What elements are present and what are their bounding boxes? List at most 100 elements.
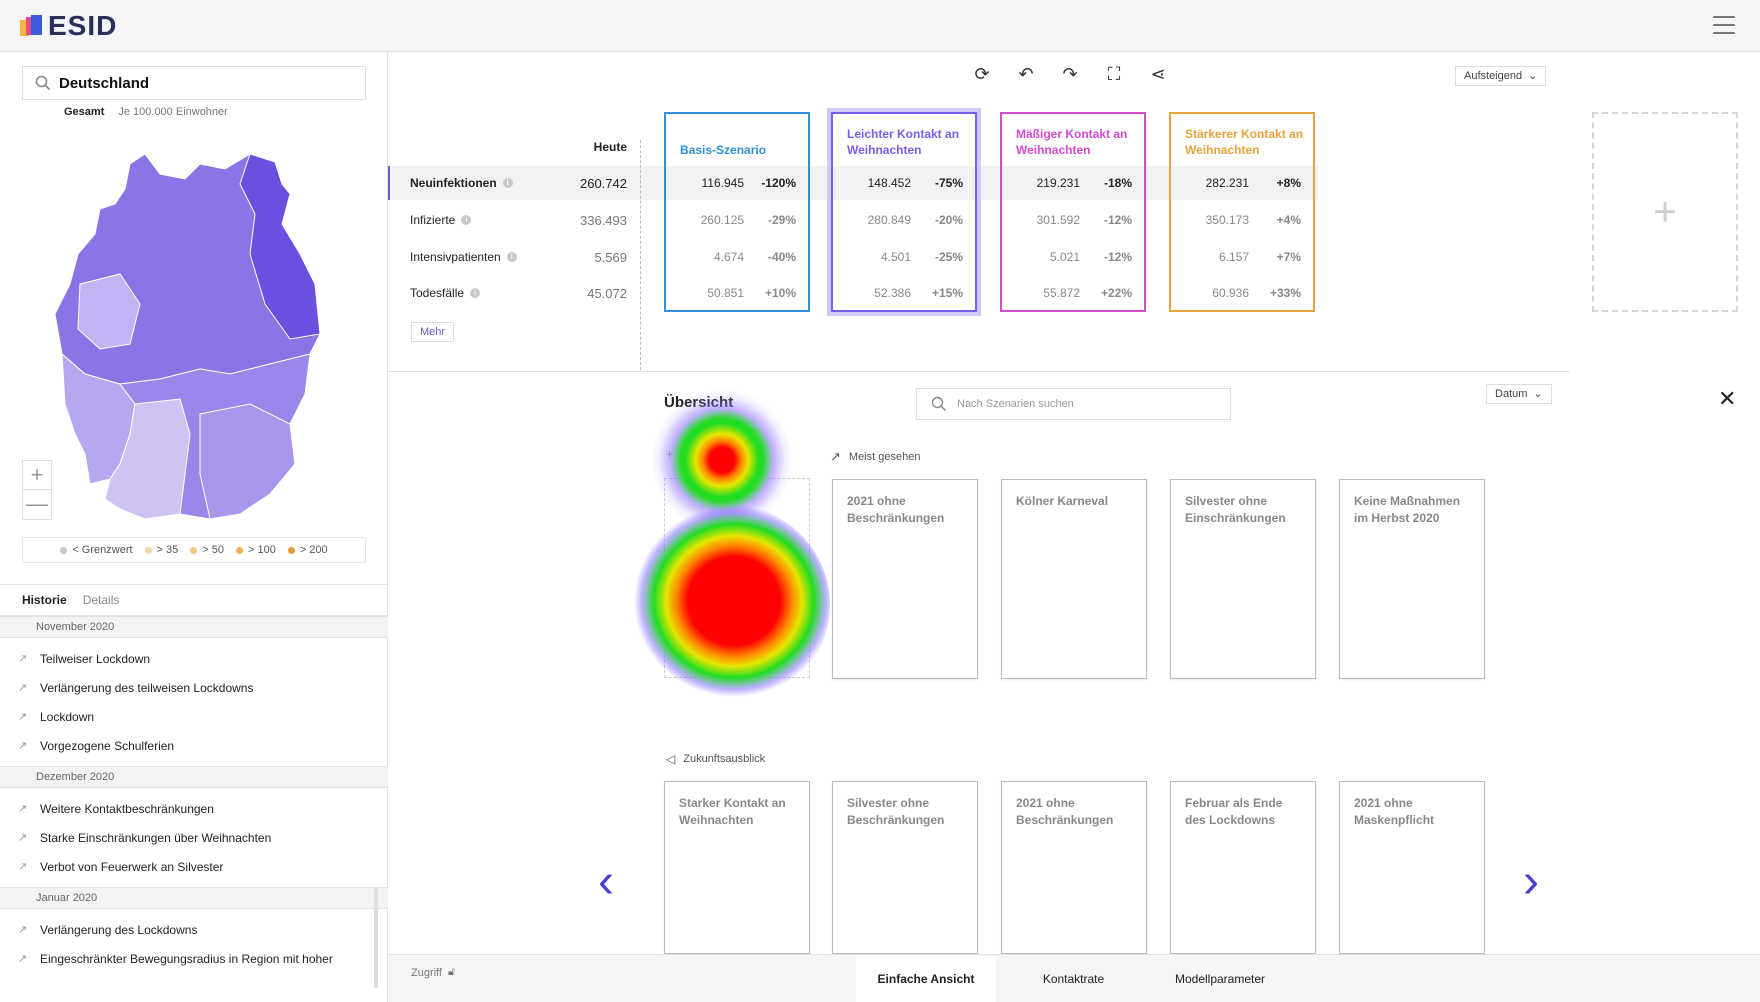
info-icon[interactable]: i [470,288,481,298]
zoom-out-button[interactable]: — [23,490,51,519]
map-zoom-control: + — [22,460,52,520]
toolbar: ⟳ ↶ ↷ ⛶ ⋖ [972,64,1168,85]
chevron-right-icon[interactable]: › [1523,858,1539,906]
info-icon[interactable]: i [502,178,513,188]
info-icon[interactable]: i [506,252,517,262]
legend-item: > 50 [190,544,224,556]
tab-details[interactable]: Details [83,593,120,607]
more-button[interactable]: Mehr [411,322,455,342]
scenario-card-leichter-kontakt[interactable]: Leichter Kontakt an Weihnachten 148.452-… [831,112,977,312]
history-item[interactable]: ↗ Teilweiser Lockdown [0,644,388,673]
future-header: ◁ Zukunftsausblick [666,752,765,766]
legend-item: > 35 [144,544,178,556]
info-icon[interactable]: i [461,215,472,225]
scenario-title: Stärkerer Kontakt an Weihnachten [1185,127,1304,157]
history-month: Januar 2020 [0,887,388,909]
scenario-value-row: 4.674 -40% [713,250,796,264]
history-item[interactable]: ↗ Lockdown [0,702,388,731]
scenario-value-row: 350.173 +4% [1205,213,1301,227]
scenario-value-row: 60.936 +33% [1212,286,1301,300]
history-item[interactable]: ↗ Weitere Kontaktbeschränkungen [0,794,388,823]
date-select-value: Datum [1495,388,1528,400]
scenario-value-row: 301.592 -12% [1036,213,1132,227]
overview-card[interactable]: 2021 ohne Beschränkungen [832,479,978,679]
map-region-bavaria[interactable] [199,403,296,520]
tab-kontaktrate[interactable]: Kontaktrate [1006,956,1141,1002]
close-icon[interactable]: ✕ [1718,386,1736,412]
add-scenario-button[interactable]: + [1592,112,1738,312]
zoom-in-button[interactable]: + [23,461,51,490]
most-seen-header: ↗ Meist gesehen [830,449,920,465]
overview-card[interactable]: 2021 ohne Maskenpflicht [1339,781,1485,954]
new-scenario-card[interactable] [664,478,810,678]
scenario-title: Basis-Szenario [680,143,767,157]
overview-card[interactable]: Silvester ohne Einschränkungen [1170,479,1316,679]
scenario-value-row: 282.231 +8% [1205,176,1301,190]
chevron-down-icon: ⌄ [1533,388,1543,400]
overview-card[interactable]: 2021 ohne Beschränkungen [1001,781,1147,954]
scenario-search-placeholder: Nach Szenarien suchen [957,398,1074,410]
scenario-value-row: 280.849 -20% [867,213,963,227]
history-item[interactable]: ↗ Vorgezogene Schulferien [0,731,388,760]
arrow-up-right-icon: ↗ [18,803,28,815]
sort-select[interactable]: Aufsteigend ⌄ [1455,66,1547,86]
hamburger-icon[interactable] [1713,16,1735,34]
history-scrollbar[interactable] [374,888,378,988]
chevron-left-icon[interactable]: ‹ [598,858,614,906]
germany-map[interactable] [50,134,340,574]
overview-card[interactable]: Februar als Ende des Lockdowns [1170,781,1316,954]
scenario-value-row: 50.851 +10% [707,286,796,300]
scenario-search-input[interactable]: Nach Szenarien suchen [916,388,1231,420]
legend-item: < Grenzwert [60,544,133,556]
history-item[interactable]: ↗ Eingeschränkter Bewegungsradius in Regi… [0,944,388,973]
overview-card[interactable]: Keine Maßnahmen im Herbst 2020 [1339,479,1485,679]
today-value: 336.493 [580,213,627,228]
redo-icon[interactable]: ↷ [1060,64,1080,85]
legend-dot [190,546,198,554]
overview-card[interactable]: Silvester ohne Beschränkungen [832,781,978,954]
region-search-input[interactable]: Deutschland [22,66,366,100]
overview-card[interactable]: Kölner Karneval [1001,479,1147,679]
scenario-card-maessiger-kontakt[interactable]: Mäßiger Kontakt an Weihnachten 219.231 -1… [1000,112,1146,312]
access-button[interactable]: Zugriff 🔓︎ [411,966,455,979]
scenario-value-row: 5.021 -12% [1049,250,1132,264]
scenario-card-basis[interactable]: Basis-Szenario 116.945 -120% 260.125 -29% … [664,112,810,312]
scenario-value-row: 6.157 +7% [1218,250,1301,264]
tab-per-100k[interactable]: Je 100.000 Einwohner [118,106,227,118]
undo-icon[interactable]: ↶ [1016,64,1036,85]
history-month: Dezember 2020 [0,766,388,788]
plus-icon: + [666,447,674,461]
tab-modellparameter[interactable]: Modellparameter [1150,956,1290,1002]
scenario-value-row: 116.945 -120% [701,176,797,190]
date-select[interactable]: Datum ⌄ [1486,384,1552,404]
scenario-table-area [388,52,1570,372]
row-label-infizierte: Infizierte i [410,213,472,227]
today-value: 5.569 [594,250,627,265]
most-seen-label: Meist gesehen [848,451,921,463]
overview-card[interactable]: Starker Kontakt an Weihnachten [664,781,810,954]
arrow-up-right-icon: ↗ [18,832,28,844]
tab-gesamt[interactable]: Gesamt [64,106,104,118]
new-scenario-button[interactable]: + Neues Szenario [666,447,764,461]
share-icon[interactable]: ⋖ [1148,64,1168,85]
refresh-icon[interactable]: ⟳ [972,64,992,85]
row-label-todesfaelle: Todesfälle i [410,286,481,300]
history-item[interactable]: ↗ Verlängerung des Lockdowns [0,915,388,944]
scenario-value-row: 219.231 -18% [1036,176,1132,190]
legend-dot [287,546,295,554]
scenario-card-staerkerer-kontakt[interactable]: Stärkerer Kontakt an Weihnachten 282.231… [1169,112,1315,312]
logo[interactable]: ESID [20,10,117,42]
history-item[interactable]: ↗ Verbot von Feuerwerk an Silvester [0,852,388,881]
history-item[interactable]: ↗ Starke Einschränkungen über Weihnachten [0,823,388,852]
tab-einfache-ansicht[interactable]: Einfache Ansicht [856,956,996,1002]
today-header: Heute [593,140,627,154]
fullscreen-icon[interactable]: ⛶ [1104,64,1124,85]
history-tabs: Historie Details [0,584,388,616]
legend-dot [235,546,243,554]
row-label-neuinfektionen: Neuinfektionen i [410,176,513,190]
arrow-up-right-icon: ↗ [18,711,28,723]
lock-icon: 🔓︎ [447,966,456,978]
tab-historie[interactable]: Historie [22,593,67,607]
history-item[interactable]: ↗ Verlängerung des teilweisen Lockdowns [0,673,388,702]
arrow-up-right-icon: ↗ [18,653,28,665]
